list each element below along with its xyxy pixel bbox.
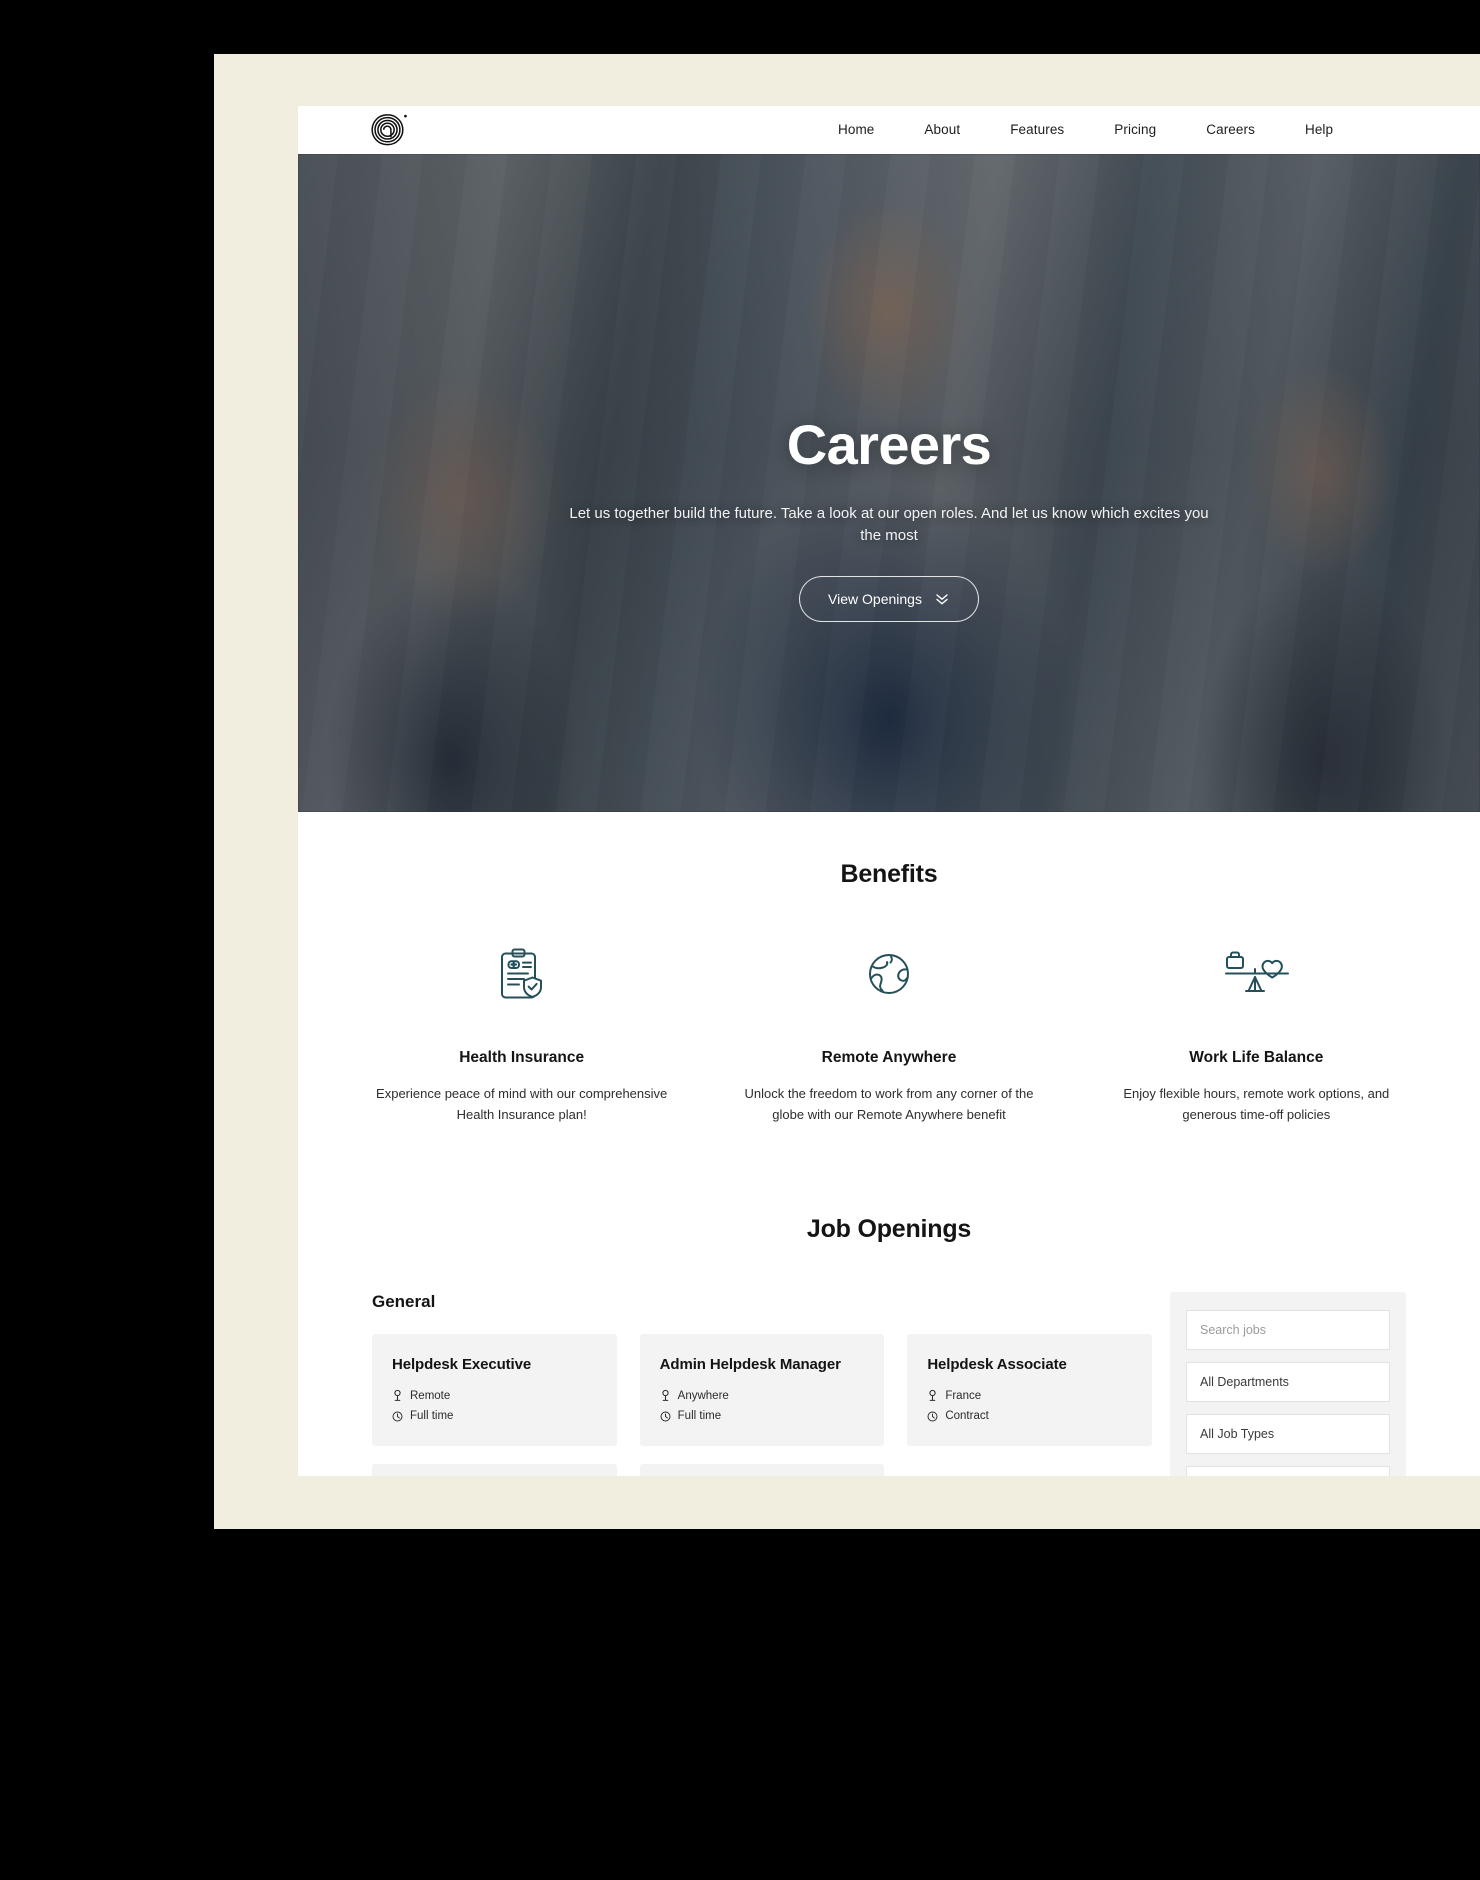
benefit-name: Remote Anywhere — [821, 1049, 957, 1066]
job-type-label: Contract — [945, 1410, 989, 1423]
globe-icon — [868, 954, 909, 994]
location-pin-icon — [929, 1389, 936, 1402]
department-filter-select[interactable]: All Departments — [1186, 1362, 1390, 1403]
search-jobs-input[interactable]: Search jobs — [1186, 1310, 1390, 1351]
job-card[interactable]: Admin Helpdesk Manager Anywhere Full tim… — [639, 1334, 885, 1447]
benefit-card-remote-anywhere: Remote Anywhere Unlock the freedom to wo… — [705, 945, 1072, 1125]
nav-item-careers[interactable]: Careers — [1206, 123, 1255, 137]
job-group-title: General — [372, 1292, 436, 1312]
site-header: Home About Features Pricing Careers Help — [298, 106, 1480, 154]
job-type-label: Full time — [410, 1410, 454, 1423]
clock-icon — [392, 1411, 403, 1422]
benefits-section: Benefits Health Insurance Experience pea… — [298, 812, 1480, 1126]
location-pin-icon — [394, 1389, 401, 1402]
job-card[interactable]: Senior Service Desk Analyst Anywhere — [639, 1464, 885, 1476]
job-type: Full time — [660, 1410, 865, 1422]
website-surface: Home About Features Pricing Careers Help… — [298, 106, 1480, 1476]
clipboard-health-shield-icon — [500, 948, 542, 999]
job-card[interactable]: Helpdesk Lead Anywhere — [372, 1464, 617, 1476]
page-frame: Home About Features Pricing Careers Help… — [214, 54, 1480, 1529]
benefit-card-health-insurance: Health Insurance Experience peace of min… — [338, 945, 705, 1125]
job-title: Admin Helpdesk Manager — [659, 1356, 841, 1374]
job-card-grid: Helpdesk Executive Remote Full time Admi… — [372, 1334, 1152, 1476]
nav-item-home[interactable]: Home — [838, 123, 874, 137]
job-location: Remote — [392, 1389, 597, 1402]
nav-item-pricing[interactable]: Pricing — [1114, 123, 1156, 137]
job-location-label: Remote — [410, 1389, 451, 1402]
brand-logo[interactable] — [370, 112, 410, 148]
nav-item-help[interactable]: Help — [1305, 123, 1333, 137]
benefit-description: Enjoy flexible hours, remote work option… — [1123, 1086, 1390, 1123]
job-type-filter-select[interactable]: All Job Types — [1186, 1414, 1390, 1455]
nav-item-features[interactable]: Features — [1010, 123, 1064, 137]
job-card[interactable]: Helpdesk Executive Remote Full time — [372, 1334, 617, 1447]
job-location: France — [927, 1389, 1132, 1402]
job-location-label: Anywhere — [677, 1389, 729, 1402]
spiral-mark-logo-icon — [371, 114, 407, 146]
job-type-filter-value: All Job Types — [1200, 1427, 1275, 1442]
location-filter-select[interactable]: Any Location — [1186, 1466, 1390, 1476]
job-location: Anywhere — [660, 1389, 865, 1402]
job-openings-title: Job Openings — [806, 1215, 972, 1244]
chevron-double-down-icon — [936, 594, 948, 605]
hero-title: Careers — [786, 413, 992, 476]
benefit-description: Experience peace of mind with our compre… — [376, 1086, 668, 1123]
view-openings-button[interactable]: View Openings — [799, 576, 979, 623]
job-filters-panel: Search jobs All Departments All Job Type… — [1170, 1292, 1406, 1476]
benefit-name: Health Insurance — [459, 1049, 585, 1066]
department-filter-value: All Departments — [1200, 1375, 1289, 1390]
job-type-label: Full time — [677, 1410, 722, 1423]
work-life-balance-scale-icon — [1225, 951, 1290, 992]
benefits-title: Benefits — [840, 860, 938, 888]
screenshot-root: Home About Features Pricing Careers Help… — [0, 0, 1480, 1880]
job-openings-section: Job Openings General Helpdesk Executive — [298, 1125, 1480, 1476]
benefit-description: Unlock the freedom to work from any corn… — [744, 1086, 1034, 1123]
job-title: Helpdesk Executive — [392, 1356, 532, 1374]
primary-navigation: Home About Features Pricing Careers Help — [838, 106, 1333, 154]
hero-subtitle: Let us together build the future. Take a… — [569, 504, 1209, 544]
clock-icon — [927, 1411, 938, 1422]
job-card[interactable]: Helpdesk Associate France Contract — [907, 1334, 1152, 1447]
hero-banner: Careers Let us together build the future… — [298, 154, 1480, 812]
benefit-card-work-life-balance: Work Life Balance Enjoy flexible hours, … — [1073, 945, 1440, 1125]
job-list-column: General Helpdesk Executive Remote Full t… — [372, 1292, 1152, 1476]
job-type: Contract — [927, 1410, 1132, 1422]
job-title: Helpdesk Associate — [927, 1356, 1067, 1374]
benefit-name: Work Life Balance — [1189, 1049, 1324, 1066]
clock-icon — [660, 1411, 671, 1422]
job-type: Full time — [392, 1410, 597, 1422]
location-pin-icon — [662, 1389, 669, 1402]
view-openings-label: View Openings — [828, 591, 922, 608]
nav-item-about[interactable]: About — [924, 123, 960, 137]
job-location-label: France — [945, 1389, 982, 1402]
